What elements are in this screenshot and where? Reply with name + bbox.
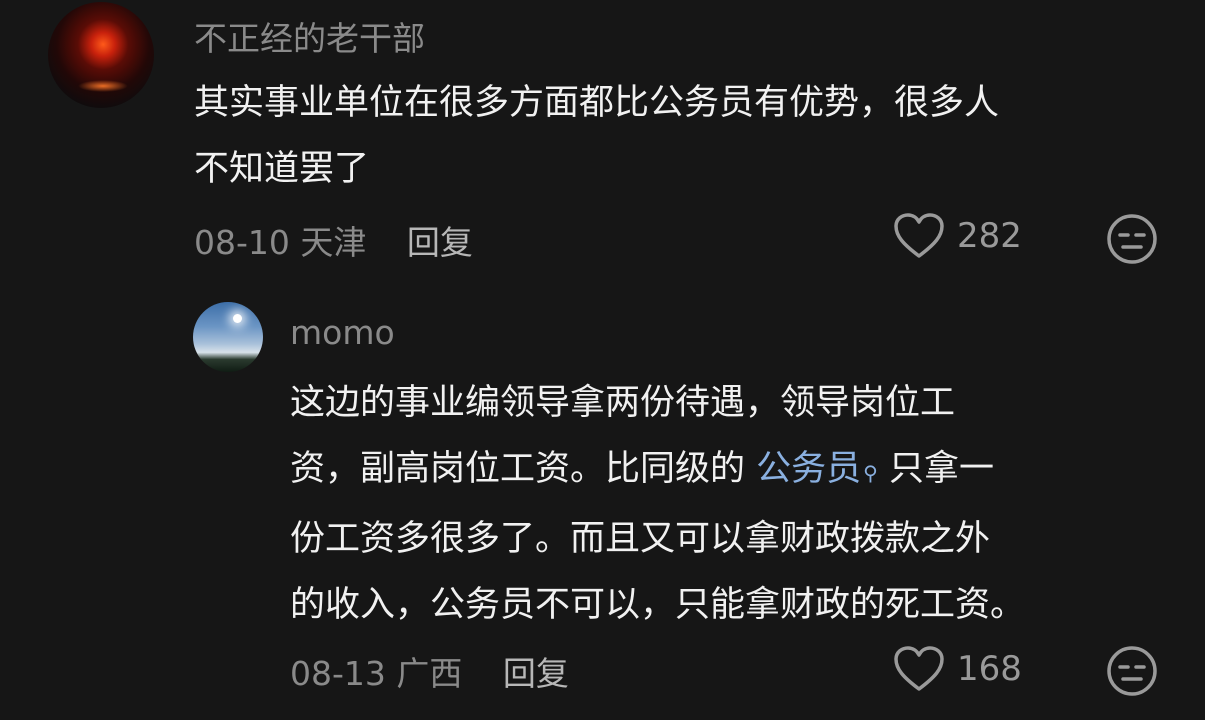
search-link-label: 公务员 [756, 449, 862, 489]
comment-text-line: 的收入，公务员不可以，只能拿财政的死工资。 [290, 585, 1026, 625]
like-count: 282 [957, 216, 1022, 256]
search-link[interactable]: 公务员 ⚲ [756, 449, 878, 489]
comment-text-line: 这边的事业编领导拿两份待遇，领导岗位工 [290, 383, 956, 423]
comment-text: 这边的事业编领导拿两份待遇，领导岗位工 资，副高岗位工资。比同级的 公务员 ⚲ 只… [290, 370, 1025, 638]
heart-outline-icon [894, 646, 944, 691]
comment-text: 其实事业单位在很多方面都比公务员有优势，很多人 不知道罢了 [194, 70, 999, 202]
comment-date: 08-10 [194, 223, 290, 262]
like-button[interactable]: 168 [893, 645, 1022, 693]
comment-date: 08-13 [290, 654, 386, 693]
comment-text-segment: 只拿一 [877, 449, 994, 489]
comment-text-line: 资，副高岗位工资。比同级的 公务员 ⚲ 只拿一 [290, 436, 1025, 506]
reply-button[interactable]: 回复 [503, 654, 569, 693]
avatar[interactable] [193, 302, 263, 372]
comment-text-line: 份工资多很多了。而且又可以拿财政拨款之外 [290, 519, 991, 559]
like-button[interactable]: 282 [893, 212, 1022, 260]
search-icon: ⚲ [863, 461, 878, 485]
heart-outline-icon [894, 213, 944, 258]
comment-location: 天津 [300, 223, 367, 262]
comment-text-line: 不知道罢了 [194, 149, 370, 189]
avatar[interactable] [48, 2, 154, 108]
comment-username[interactable]: 不正经的老干部 [194, 12, 425, 60]
comment-username[interactable]: momo [290, 313, 395, 352]
comment-text-line: 其实事业单位在很多方面都比公务员有优势，很多人 [194, 83, 1000, 123]
reply-button[interactable]: 回复 [407, 223, 473, 262]
comment-thread: 不正经的老干部 其实事业单位在很多方面都比公务员有优势，很多人 不知道罢了 08… [0, 0, 1205, 720]
comment-meta: 08-13 广西 回复 [290, 647, 569, 695]
like-count: 168 [957, 649, 1022, 689]
comment-meta: 08-10 天津 回复 [194, 216, 473, 264]
unamused-face-icon[interactable] [1106, 213, 1158, 265]
comment-location: 广西 [396, 654, 463, 693]
unamused-face-icon[interactable] [1106, 645, 1158, 697]
comment-text-segment: 资，副高岗位工资。比同级的 [290, 449, 757, 489]
